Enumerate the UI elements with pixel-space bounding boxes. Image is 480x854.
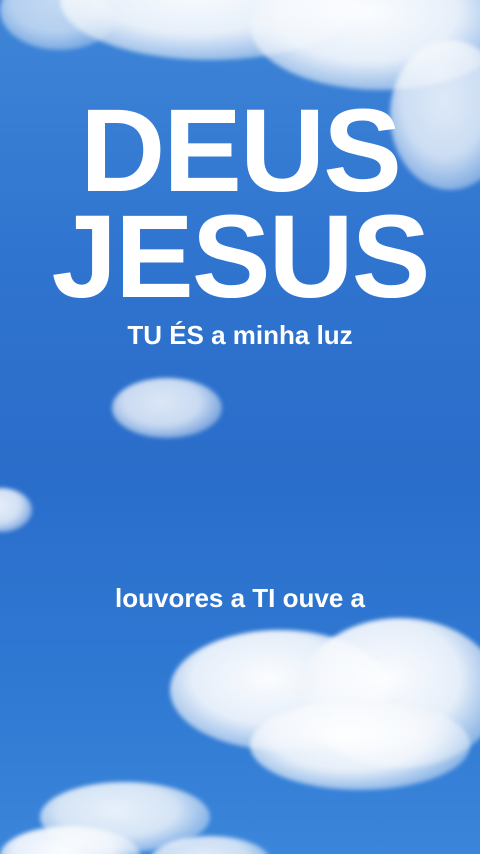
- cloud: [250, 700, 470, 790]
- title-line-jesus: JESUS: [51, 191, 431, 323]
- cloud: [0, 0, 120, 50]
- cloud: [0, 488, 32, 532]
- subtitle-caption: TU ÉS a minha luz: [127, 320, 353, 350]
- lyric-caption: louvores a TI ouve a: [115, 583, 365, 613]
- cloud: [112, 378, 222, 438]
- sky-background: DEUS JESUS TU ÉS a minha luz louvores a …: [0, 0, 480, 854]
